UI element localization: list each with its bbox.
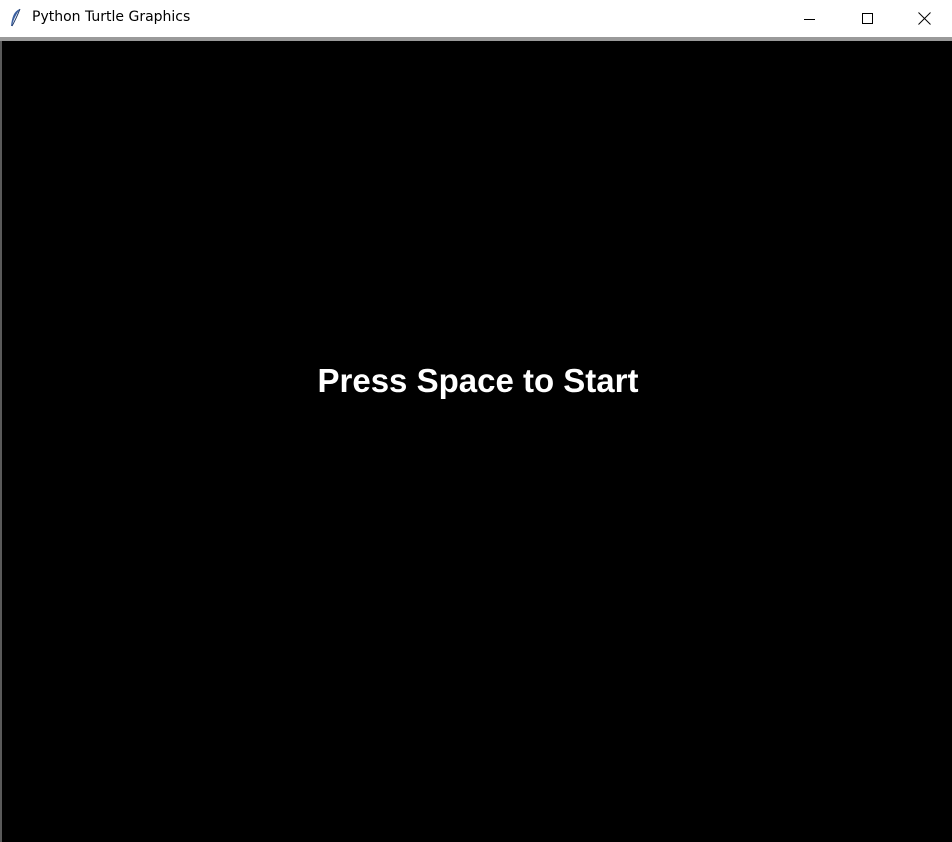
close-button[interactable] xyxy=(897,0,952,37)
feather-icon xyxy=(9,8,23,28)
close-icon xyxy=(918,12,931,25)
minimize-icon xyxy=(804,13,816,25)
window-title: Python Turtle Graphics xyxy=(32,9,191,25)
title-bar[interactable]: Python Turtle Graphics xyxy=(0,0,952,37)
start-message: Press Space to Start xyxy=(317,362,639,399)
maximize-button[interactable] xyxy=(839,0,897,37)
minimize-button[interactable] xyxy=(781,0,839,37)
turtle-window: Python Turtle Graphics Press Space to St… xyxy=(0,0,952,842)
maximize-icon xyxy=(862,12,874,25)
turtle-canvas[interactable] xyxy=(2,41,952,842)
